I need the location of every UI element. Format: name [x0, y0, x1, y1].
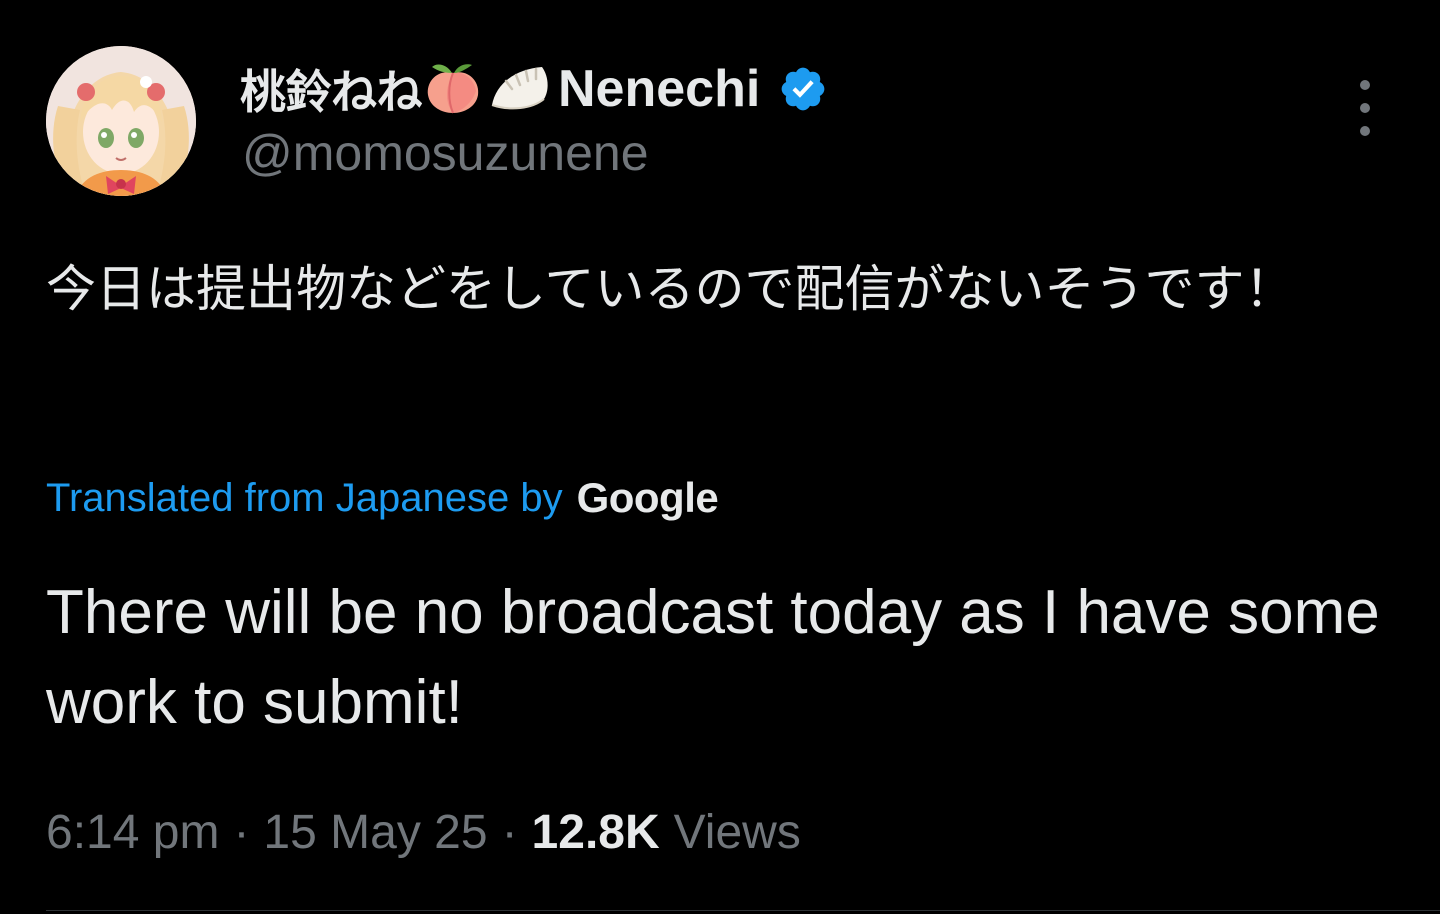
display-name[interactable]: 桃鈴ねね — [240, 56, 423, 122]
more-options-button[interactable] — [1340, 80, 1390, 136]
more-vertical-icon-dot — [1360, 103, 1370, 113]
tweet-metadata: 6:14 pm · 15 May 25 · 12.8K Views — [46, 800, 801, 864]
tweet-translated-text: There will be no broadcast today as I ha… — [46, 578, 1380, 737]
more-vertical-icon — [1360, 80, 1370, 90]
google-logo: Google — [576, 474, 719, 521]
tweet-original-text: 今日は提出物などをしているので配信がないそうです！ — [46, 260, 1295, 318]
peach-emoji — [424, 59, 482, 119]
divider — [46, 910, 1440, 911]
separator-dot: · — [233, 805, 250, 859]
more-vertical-icon-dot — [1360, 126, 1370, 136]
tweet-detail: 桃鈴ねね Nenechi @momosuzunene 今日は提出物などをしている… — [0, 0, 1440, 914]
views-count[interactable]: 12.8K — [532, 805, 660, 860]
verified-badge-icon[interactable] — [778, 64, 828, 114]
dumpling-emoji — [486, 59, 556, 119]
avatar[interactable] — [46, 46, 196, 196]
views-label[interactable]: Views — [674, 805, 801, 860]
separator-dot: · — [501, 805, 518, 859]
display-name-row[interactable]: 桃鈴ねね Nenechi — [240, 58, 828, 120]
author-handle[interactable]: @momosuzunene — [242, 124, 649, 182]
display-name-suffix[interactable]: Nenechi — [558, 59, 760, 119]
tweet-time[interactable]: 6:14 pm — [46, 805, 219, 860]
tweet-date[interactable]: 15 May 25 — [263, 805, 487, 860]
translated-from-label[interactable]: Translated from Japanese by — [46, 476, 563, 521]
translation-attribution[interactable]: Translated from Japanese by Google — [46, 470, 719, 526]
